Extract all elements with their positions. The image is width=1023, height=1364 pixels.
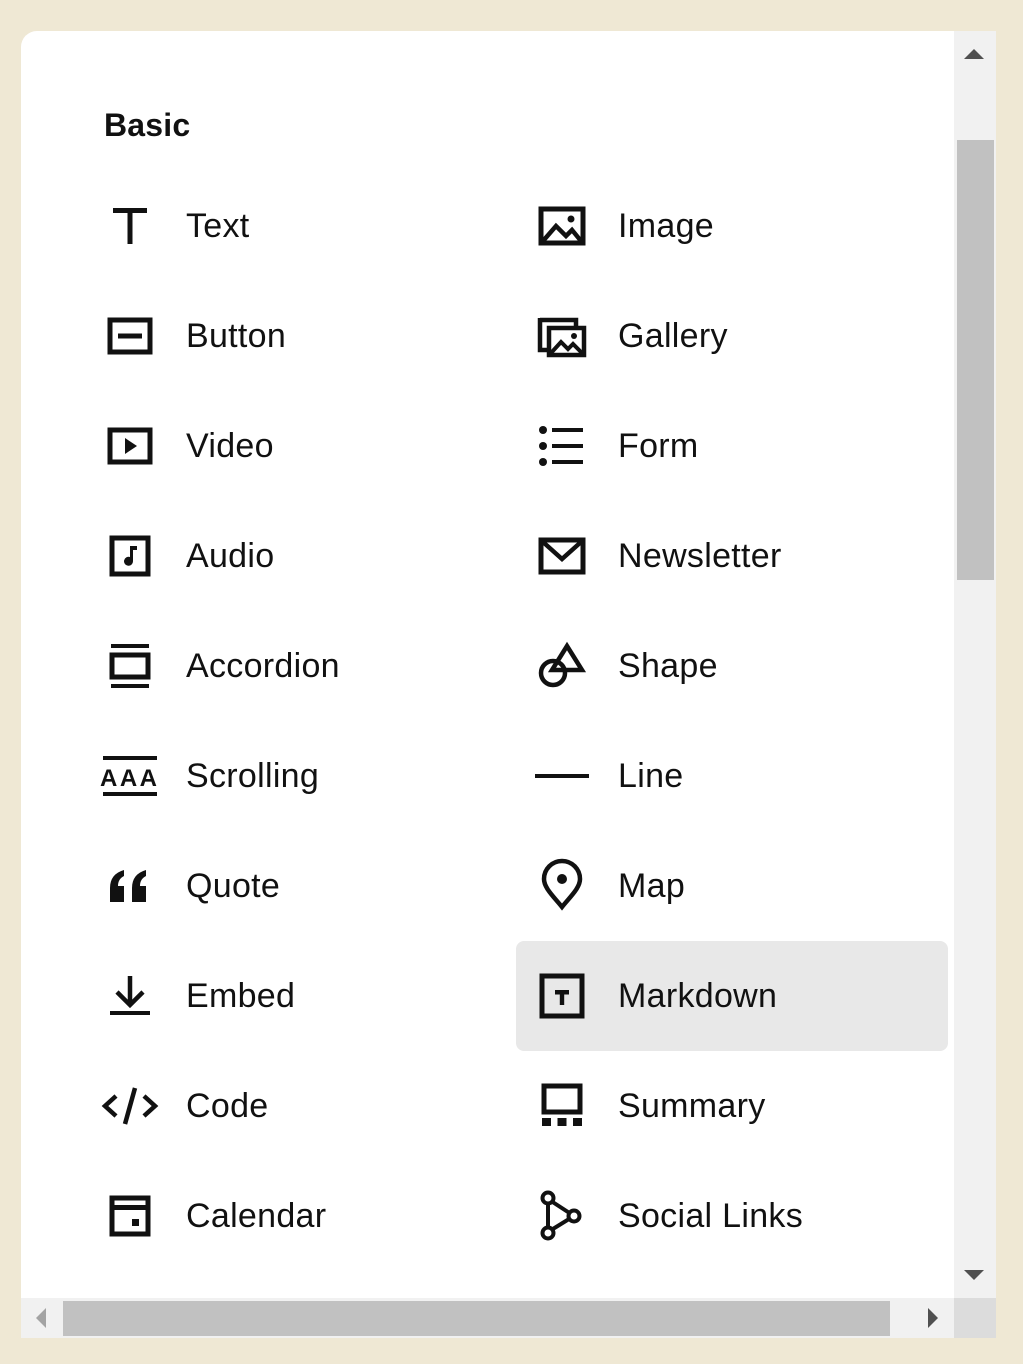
map-pin-icon	[532, 856, 592, 916]
block-item-label: Text	[186, 206, 250, 245]
horizontal-scrollbar[interactable]	[21, 1298, 954, 1338]
embed-icon	[100, 966, 160, 1026]
text-icon	[100, 196, 160, 256]
block-item-label: Shape	[618, 646, 718, 685]
block-item-video[interactable]: Video	[85, 391, 485, 501]
block-item-label: Accordion	[186, 646, 340, 685]
block-item-accordion[interactable]: Accordion	[85, 611, 485, 721]
image-icon	[532, 196, 592, 256]
newsletter-icon	[532, 526, 592, 586]
markdown-icon	[532, 966, 592, 1026]
scroll-right-arrow-icon[interactable]	[928, 1308, 938, 1328]
scrollbar-corner	[954, 1298, 996, 1338]
block-item-label: Button	[186, 316, 287, 355]
vertical-scroll-thumb[interactable]	[957, 140, 994, 580]
section-title: Basic	[104, 107, 191, 143]
block-item-label: Audio	[186, 536, 275, 575]
block-item-calendar[interactable]: Calendar	[85, 1161, 485, 1271]
block-item-label: Video	[186, 426, 274, 465]
block-item-label: Quote	[186, 866, 281, 905]
block-item-form[interactable]: Form	[516, 391, 948, 501]
block-item-shape[interactable]: Shape	[516, 611, 948, 721]
accordion-icon	[100, 636, 160, 696]
vertical-scrollbar[interactable]	[954, 31, 996, 1298]
block-item-label: Gallery	[618, 316, 728, 355]
block-item-label: Image	[618, 206, 714, 245]
block-item-audio[interactable]: Audio	[85, 501, 485, 611]
block-item-label: Newsletter	[618, 536, 782, 575]
block-item-summary[interactable]: Summary	[516, 1051, 948, 1161]
block-item-quote[interactable]: Quote	[85, 831, 485, 941]
block-item-label: Summary	[618, 1086, 766, 1125]
horizontal-scroll-thumb[interactable]	[63, 1301, 890, 1336]
block-item-label: Markdown	[618, 976, 778, 1015]
block-item-gallery[interactable]: Gallery	[516, 281, 948, 391]
block-item-code[interactable]: Code	[85, 1051, 485, 1161]
block-item-map[interactable]: Map	[516, 831, 948, 941]
svg-text:AAA: AAA	[100, 765, 157, 792]
block-item-embed[interactable]: Embed	[85, 941, 485, 1051]
scroll-left-arrow-icon[interactable]	[36, 1308, 46, 1328]
scrolling-icon: AAA	[100, 746, 160, 806]
button-icon	[100, 306, 160, 366]
gallery-icon	[532, 306, 592, 366]
block-item-newsletter[interactable]: Newsletter	[516, 501, 948, 611]
block-item-line[interactable]: Line	[516, 721, 948, 831]
block-item-label: Social Links	[618, 1196, 804, 1235]
block-item-label: Embed	[186, 976, 296, 1015]
block-item-button[interactable]: Button	[85, 281, 485, 391]
shape-icon	[532, 636, 592, 696]
block-item-markdown[interactable]: Markdown	[516, 941, 948, 1051]
block-item-label: Map	[618, 866, 686, 905]
line-icon	[532, 746, 592, 806]
scroll-down-arrow-icon[interactable]	[964, 1270, 984, 1280]
block-item-label: Form	[618, 426, 699, 465]
block-item-label: Calendar	[186, 1196, 327, 1235]
scroll-up-arrow-icon[interactable]	[964, 49, 984, 59]
social-links-icon	[532, 1186, 592, 1246]
calendar-icon	[100, 1186, 160, 1246]
block-item-image[interactable]: Image	[516, 171, 948, 281]
block-picker-panel: Basic Text Button Video Audio Accordion …	[21, 31, 996, 1338]
block-item-label: Line	[618, 756, 684, 795]
video-icon	[100, 416, 160, 476]
summary-icon	[532, 1076, 592, 1136]
audio-icon	[100, 526, 160, 586]
block-list: Basic Text Button Video Audio Accordion …	[21, 31, 954, 1298]
block-item-label: Code	[186, 1086, 269, 1125]
block-item-label: Scrolling	[186, 756, 320, 795]
block-item-social-links[interactable]: Social Links	[516, 1161, 948, 1271]
code-icon	[100, 1076, 160, 1136]
quote-icon	[100, 856, 160, 916]
form-icon	[532, 416, 592, 476]
block-item-text[interactable]: Text	[85, 171, 485, 281]
block-item-scrolling[interactable]: AAA Scrolling	[85, 721, 485, 831]
